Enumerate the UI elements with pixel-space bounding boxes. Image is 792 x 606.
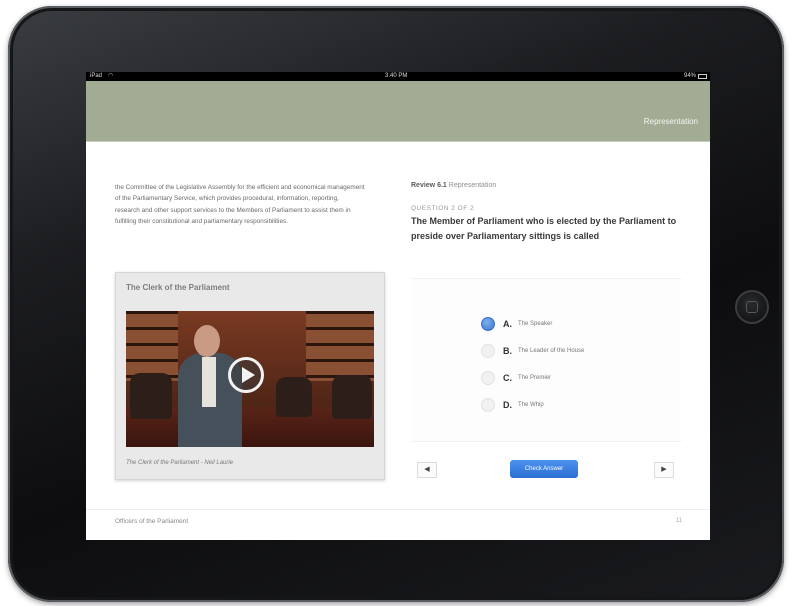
header-title[interactable]: Representation	[644, 117, 698, 126]
option-text: The Leader of the House	[518, 348, 585, 354]
play-icon[interactable]	[228, 357, 264, 393]
answer-option-c[interactable]: C. The Premier	[481, 371, 551, 385]
radio-icon[interactable]	[481, 398, 495, 412]
chapter-title: Officers of the Parliament	[115, 518, 189, 525]
home-button[interactable]	[735, 290, 769, 324]
footer: Officers of the Parliament 11	[86, 509, 710, 540]
screen: iPad ◠ 3:40 PM 94% Representation the Co…	[86, 72, 710, 540]
option-text: The Premier	[518, 375, 552, 381]
chair-left	[130, 373, 172, 419]
option-letter: D.	[503, 400, 512, 410]
presenter-shirt	[202, 357, 216, 407]
chair-middle	[276, 377, 312, 417]
wifi-icon: ◠	[108, 73, 114, 79]
question-counter: QUESTION 2 OF 2	[411, 205, 475, 212]
page-number: 11	[675, 518, 682, 524]
option-text: The Speaker	[518, 321, 553, 327]
body-text: the Committee of the Legislative Assembl…	[115, 184, 365, 226]
video-thumbnail[interactable]	[126, 311, 374, 447]
video-caption: The Clerk of the Parliament - Neil Lauri…	[126, 460, 234, 466]
radio-selected-icon[interactable]	[481, 317, 495, 331]
option-text: The Whip	[518, 402, 544, 408]
previous-button[interactable]: ◀	[417, 462, 437, 478]
answer-panel: A. The Speaker B. The Leader of the Hous…	[411, 278, 681, 442]
option-letter: B.	[503, 346, 512, 356]
review-section: Representation	[448, 182, 497, 189]
option-letter: A.	[503, 319, 512, 329]
chair-right	[332, 375, 372, 419]
next-button[interactable]: ▶	[654, 462, 674, 478]
status-time: 3:40 PM	[385, 73, 408, 79]
battery-icon	[698, 74, 707, 79]
radio-icon[interactable]	[481, 344, 495, 358]
review-label: Review 6.1	[411, 182, 447, 189]
answer-option-b[interactable]: B. The Leader of the House	[481, 344, 584, 358]
app-header: Representation	[86, 81, 710, 142]
answer-option-d[interactable]: D. The Whip	[481, 398, 544, 412]
main-content: the Committee of the Legislative Assembl…	[86, 142, 710, 525]
presenter-head	[194, 325, 220, 357]
status-bar: iPad ◠ 3:40 PM 94%	[86, 72, 710, 81]
video-title: The Clerk of the Parliament	[126, 283, 230, 292]
video-card: The Clerk of the Parliament The Clerk of…	[115, 272, 385, 480]
bookshelf-right	[306, 311, 374, 381]
battery-level: 94%	[683, 73, 696, 79]
answer-option-a[interactable]: A. The Speaker	[481, 317, 552, 331]
bookshelf-left	[126, 311, 178, 381]
question-text: The Member of Parliament who is elected …	[411, 216, 677, 241]
review-heading: Review 6.1 Representation	[411, 182, 496, 189]
radio-icon[interactable]	[481, 371, 495, 385]
device-label: iPad	[90, 73, 103, 79]
check-answer-button[interactable]: Check Answer	[510, 460, 578, 478]
option-letter: C.	[503, 373, 512, 383]
